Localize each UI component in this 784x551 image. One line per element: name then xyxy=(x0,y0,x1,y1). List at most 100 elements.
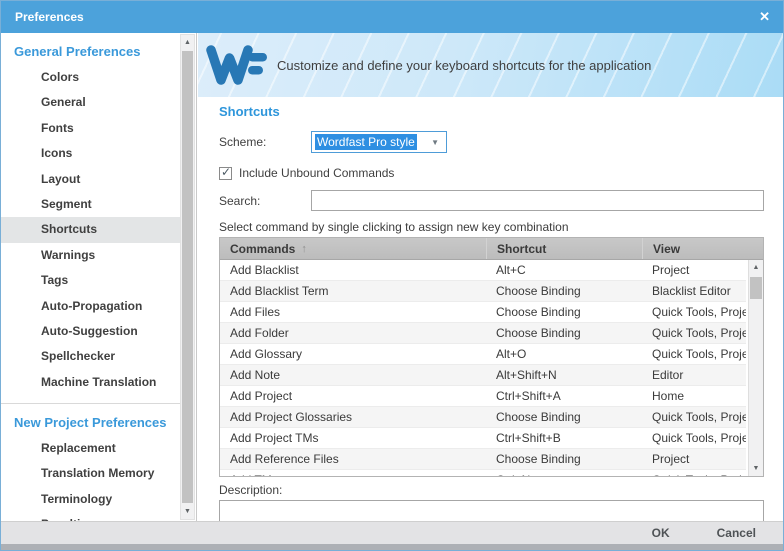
cell-command: Add Glossary xyxy=(220,344,486,364)
column-header-commands[interactable]: Commands ↑ xyxy=(220,238,486,259)
column-label: Shortcut xyxy=(497,242,546,256)
sidebar-item-tags[interactable]: Tags xyxy=(1,268,180,293)
sidebar-divider xyxy=(1,403,180,404)
include-unbound-checkbox[interactable]: ✓ xyxy=(219,167,232,180)
table-row[interactable]: Add Project TMsCtrl+Shift+BQuick Tools, … xyxy=(220,428,746,449)
cell-view: Quick Tools, Project xyxy=(642,407,746,427)
cell-shortcut: Alt+O xyxy=(486,344,642,364)
page-title: Shortcuts xyxy=(219,104,764,119)
include-unbound-label: Include Unbound Commands xyxy=(239,166,394,180)
main-panel: Customize and define your keyboard short… xyxy=(198,33,783,521)
sidebar-item-penalties[interactable]: Penalties xyxy=(1,512,180,521)
sidebar-item-terminology[interactable]: Terminology xyxy=(1,487,180,512)
column-header-shortcut[interactable]: Shortcut xyxy=(486,238,642,259)
shortcut-table-body: Add BlacklistAlt+CProjectAdd Blacklist T… xyxy=(220,260,746,476)
sidebar-item-warnings[interactable]: Warnings xyxy=(1,243,180,268)
sidebar-item-translation-memory[interactable]: Translation Memory xyxy=(1,461,180,486)
column-header-view[interactable]: View xyxy=(642,238,746,259)
cell-command: Add TM xyxy=(220,470,486,476)
scrollbar-thumb[interactable] xyxy=(750,277,762,299)
scroll-up-icon[interactable]: ▲ xyxy=(181,35,194,50)
cell-shortcut: Choose Binding xyxy=(486,323,642,343)
sidebar-item-general[interactable]: General xyxy=(1,90,180,115)
cancel-button[interactable]: Cancel xyxy=(717,526,756,540)
cell-command: Add Folder xyxy=(220,323,486,343)
table-row[interactable]: Add FilesChoose BindingQuick Tools, Proj… xyxy=(220,302,746,323)
sidebar-item-layout[interactable]: Layout xyxy=(1,167,180,192)
cell-view: Project xyxy=(642,449,746,469)
cell-shortcut: Alt+C xyxy=(486,260,642,280)
footer: OK Cancel xyxy=(1,521,783,550)
table-row[interactable]: Add Project GlossariesChoose BindingQuic… xyxy=(220,407,746,428)
sidebar-item-fonts[interactable]: Fonts xyxy=(1,116,180,141)
cell-command: Add Blacklist Term xyxy=(220,281,486,301)
cell-view: Home xyxy=(642,386,746,406)
scroll-up-icon[interactable]: ▲ xyxy=(749,260,763,275)
cell-shortcut: Alt+Shift+N xyxy=(486,365,642,385)
window-title: Preferences xyxy=(1,10,84,24)
instruction-text: Select command by single clicking to ass… xyxy=(219,220,764,234)
sidebar-item-spellchecker[interactable]: Spellchecker xyxy=(1,344,180,369)
table-row[interactable]: Add BlacklistAlt+CProject xyxy=(220,260,746,281)
table-row[interactable]: Add GlossaryAlt+OQuick Tools, Project xyxy=(220,344,746,365)
header-banner: Customize and define your keyboard short… xyxy=(198,33,783,97)
cell-shortcut: Ctrl+Shift+A xyxy=(486,386,642,406)
cell-view: Quick Tools, Project xyxy=(642,344,746,364)
checkmark-icon: ✓ xyxy=(221,165,231,179)
table-row[interactable]: Add TMCtrl+NQuick Tools, Project xyxy=(220,470,746,476)
ok-button[interactable]: OK xyxy=(652,526,670,540)
sidebar-item-colors[interactable]: Colors xyxy=(1,65,180,90)
sidebar: General PreferencesColorsGeneralFontsIco… xyxy=(1,33,197,521)
table-row[interactable]: Add Reference FilesChoose BindingProject xyxy=(220,449,746,470)
cell-view: Quick Tools, Project xyxy=(642,302,746,322)
sidebar-item-machine-translation[interactable]: Machine Translation xyxy=(1,370,180,395)
table-row[interactable]: Add FolderChoose BindingQuick Tools, Pro… xyxy=(220,323,746,344)
search-row: Search: xyxy=(219,190,764,211)
cell-command: Add Project xyxy=(220,386,486,406)
footer-bottom-strip xyxy=(1,544,783,550)
cell-view: Quick Tools, Project xyxy=(642,470,746,476)
cell-command: Add Project TMs xyxy=(220,428,486,448)
table-row[interactable]: Add NoteAlt+Shift+NEditor xyxy=(220,365,746,386)
chevron-down-icon[interactable]: ▼ xyxy=(431,132,439,152)
table-scrollbar[interactable]: ▲ ▼ xyxy=(748,260,763,476)
cell-shortcut: Ctrl+Shift+B xyxy=(486,428,642,448)
cell-shortcut: Choose Binding xyxy=(486,449,642,469)
cell-view: Project xyxy=(642,260,746,280)
table-header: Commands ↑ Shortcut View xyxy=(220,238,763,260)
footer-bar: OK Cancel xyxy=(1,521,783,544)
cell-view: Editor xyxy=(642,365,746,385)
cell-command: Add Files xyxy=(220,302,486,322)
sidebar-item-shortcuts[interactable]: Shortcuts xyxy=(1,217,180,242)
sidebar-scrollbar[interactable]: ▲ ▼ xyxy=(180,34,195,520)
sidebar-item-replacement[interactable]: Replacement xyxy=(1,436,180,461)
banner-text: Customize and define your keyboard short… xyxy=(277,58,651,73)
sidebar-item-segment[interactable]: Segment xyxy=(1,192,180,217)
table-row[interactable]: Add ProjectCtrl+Shift+AHome xyxy=(220,386,746,407)
scrollbar-thumb[interactable] xyxy=(182,51,193,503)
search-label: Search: xyxy=(219,194,311,208)
scheme-dropdown[interactable]: Wordfast Pro style ▼ xyxy=(311,131,447,153)
cell-command: Add Reference Files xyxy=(220,449,486,469)
shortcuts-content: Shortcuts Scheme: Wordfast Pro style ▼ ✓… xyxy=(198,104,783,536)
search-input[interactable] xyxy=(311,190,764,211)
cell-command: Add Note xyxy=(220,365,486,385)
sort-asc-icon: ↑ xyxy=(301,243,307,255)
sidebar-item-auto-suggestion[interactable]: Auto-Suggestion xyxy=(1,319,180,344)
table-row[interactable]: Add Blacklist TermChoose BindingBlacklis… xyxy=(220,281,746,302)
scroll-down-icon[interactable]: ▼ xyxy=(749,461,763,476)
cell-view: Quick Tools, Project xyxy=(642,428,746,448)
sidebar-item-icons[interactable]: Icons xyxy=(1,141,180,166)
scroll-down-icon[interactable]: ▼ xyxy=(181,504,194,519)
sidebar-item-auto-propagation[interactable]: Auto-Propagation xyxy=(1,294,180,319)
sidebar-section-title: General Preferences xyxy=(1,39,180,65)
sidebar-section-title: New Project Preferences xyxy=(1,410,180,436)
cell-view: Quick Tools, Project xyxy=(642,323,746,343)
cell-shortcut: Ctrl+N xyxy=(486,470,642,476)
cell-shortcut: Choose Binding xyxy=(486,281,642,301)
title-bar: Preferences ✕ xyxy=(1,1,783,33)
close-icon[interactable]: ✕ xyxy=(759,1,770,33)
scheme-row: Scheme: Wordfast Pro style ▼ xyxy=(219,131,764,153)
cell-shortcut: Choose Binding xyxy=(486,302,642,322)
cell-shortcut: Choose Binding xyxy=(486,407,642,427)
